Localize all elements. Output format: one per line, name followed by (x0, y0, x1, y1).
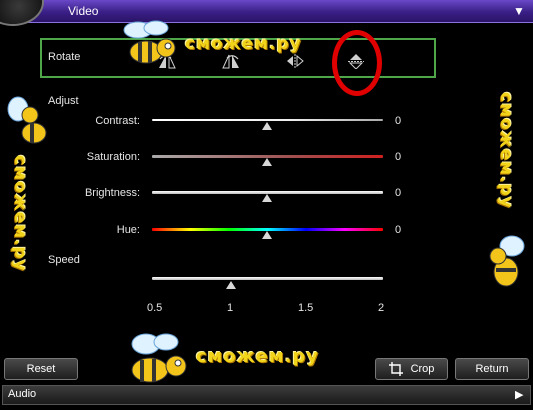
watermark-text: сможем.ру (196, 346, 320, 367)
contrast-label: Contrast: (95, 115, 140, 127)
rotate-right-icon (222, 54, 239, 69)
saturation-slider-thumb[interactable] (262, 158, 272, 166)
audio-section-header[interactable] (2, 385, 531, 405)
saturation-label: Saturation: (86, 151, 140, 163)
crop-button[interactable]: Crop (375, 358, 448, 380)
return-button[interactable]: Return (455, 358, 529, 380)
brightness-label: Brightness: (84, 187, 140, 199)
flip-horizontal-icon (287, 54, 304, 68)
watermark-text: сможем.ру (496, 92, 516, 209)
reset-button[interactable]: Reset (4, 358, 78, 380)
adjust-label: Adjust (48, 95, 79, 107)
brightness-value: 0 (395, 187, 402, 199)
speed-tick: 1.5 (298, 302, 314, 314)
collapse-arrow-icon[interactable]: ▼ (513, 4, 525, 18)
speed-label: Speed (48, 254, 80, 266)
flip-horizontal-button[interactable] (284, 52, 306, 70)
bee-mascot-image (4, 95, 48, 156)
crop-button-label: Crop (410, 363, 435, 375)
reset-button-label: Reset (26, 363, 56, 375)
audio-section-title: Audio (8, 388, 37, 400)
bee-mascot-image (482, 232, 530, 299)
speed-tick: 2 (378, 302, 385, 314)
highlight-circle (332, 30, 382, 96)
speed-slider-thumb[interactable] (226, 281, 236, 289)
expand-arrow-icon[interactable]: ▶ (515, 388, 523, 401)
hue-slider-thumb[interactable] (262, 231, 272, 239)
section-title: Video (68, 4, 99, 18)
speed-slider[interactable] (152, 277, 383, 280)
return-button-label: Return (475, 363, 509, 375)
crop-icon (388, 362, 403, 376)
watermark-text: сможем.ру (10, 155, 30, 272)
speed-tick: 0.5 (147, 302, 163, 314)
brightness-slider-thumb[interactable] (262, 194, 272, 202)
bee-mascot-image (116, 16, 180, 75)
bee-mascot-image (120, 330, 192, 393)
rotate-right-button[interactable] (220, 52, 242, 70)
contrast-slider-thumb[interactable] (262, 122, 272, 130)
contrast-value: 0 (395, 115, 402, 127)
contrast-slider[interactable] (152, 119, 383, 121)
hue-label: Hue: (116, 224, 140, 236)
watermark-text: сможем.ру (185, 34, 302, 54)
saturation-value: 0 (395, 151, 402, 163)
speed-tick: 1 (227, 302, 234, 314)
rotate-label: Rotate (48, 51, 81, 63)
hue-value: 0 (395, 224, 402, 236)
